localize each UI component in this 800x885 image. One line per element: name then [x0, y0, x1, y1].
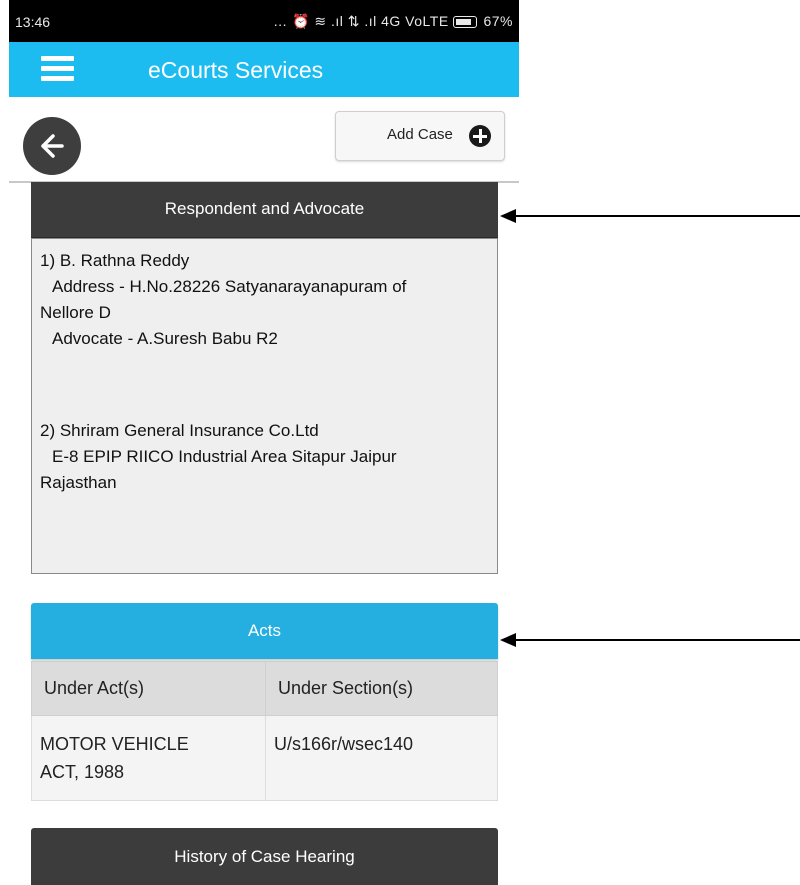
battery-level: 67%	[483, 13, 513, 29]
act-cell: MOTOR VEHICLE ACT, 1988	[31, 715, 266, 801]
party-address: Address - H.No.28226 Satyanarayanapuram …	[52, 277, 407, 296]
respondent-details: 1) B. Rathna Reddy Address - H.No.28226 …	[31, 238, 498, 574]
party-address-cont: Rajasthan	[40, 473, 117, 492]
column-header-act: Under Act(s)	[31, 661, 266, 716]
party-name: 2) Shriram General Insurance Co.Ltd	[40, 421, 319, 440]
add-case-button[interactable]: Add Case	[335, 111, 505, 161]
respondent-section-header[interactable]: Respondent and Advocate	[31, 182, 498, 240]
acts-section-header[interactable]: Acts	[31, 603, 498, 659]
act-name-line2: ACT, 1988	[40, 762, 125, 782]
status-bar: 13:46 … ⏰ ≋ .ıl ⇅ .ıl 4G VoLTE 67%	[9, 0, 519, 42]
battery-icon	[453, 16, 478, 29]
party-address: E-8 EPIP RIICO Industrial Area Sitapur J…	[52, 447, 397, 466]
section-cell: U/s166r/wsec140	[265, 715, 498, 801]
back-button[interactable]	[23, 117, 81, 175]
party-advocate: Advocate - A.Suresh Babu R2	[52, 329, 278, 348]
status-time: 13:46	[15, 14, 51, 30]
history-section-header[interactable]: History of Case Hearing	[31, 828, 498, 885]
app-bar: eCourts Services	[9, 42, 519, 97]
party-address-cont: Nellore D	[40, 303, 111, 322]
acts-table: Under Act(s) Under Section(s) MOTOR VEHI…	[31, 661, 498, 801]
column-header-section: Under Section(s)	[265, 661, 498, 716]
respondent-party-1: 1) B. Rathna Reddy Address - H.No.28226 …	[40, 248, 490, 352]
table-row: MOTOR VEHICLE ACT, 1988 U/s166r/wsec140	[31, 715, 498, 801]
respondent-party-2: 2) Shriram General Insurance Co.Ltd E-8 …	[40, 418, 490, 496]
arrow-left-icon	[41, 134, 64, 158]
annotation-arrow-respondent	[500, 209, 800, 223]
action-toolbar: Add Case	[9, 97, 519, 183]
status-indicators: … ⏰ ≋ .ıl ⇅ .ıl 4G VoLTE 67%	[273, 13, 513, 30]
phone-screen: 13:46 … ⏰ ≋ .ıl ⇅ .ıl 4G VoLTE 67% eCour…	[9, 0, 519, 885]
table-header-row: Under Act(s) Under Section(s)	[31, 661, 498, 716]
annotation-arrow-acts	[500, 633, 800, 647]
menu-icon[interactable]	[41, 56, 74, 82]
act-name-line1: MOTOR VEHICLE	[40, 734, 189, 754]
plus-circle-icon	[469, 125, 491, 147]
add-case-label: Add Case	[387, 126, 453, 143]
signal-icons: … ⏰ ≋ .ıl ⇅ .ıl 4G VoLTE	[273, 13, 449, 29]
party-name: 1) B. Rathna Reddy	[40, 251, 190, 270]
app-title: eCourts Services	[148, 57, 324, 83]
